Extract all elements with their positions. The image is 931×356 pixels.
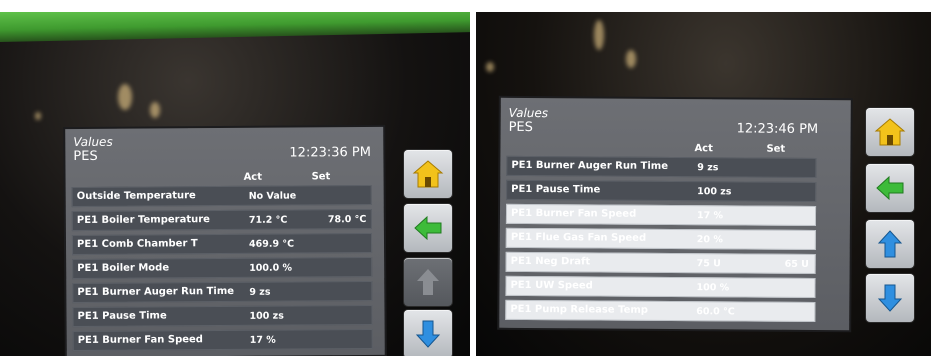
right-photo: Values PES 12:23:46 PM Act Set PE1 Burne… <box>476 12 931 356</box>
value-row[interactable]: Outside Temperature No Value <box>71 184 372 208</box>
value-row-setpoint: 78.0 °C <box>327 213 367 225</box>
value-row[interactable]: PE1 Pause Time 100 zs <box>72 304 373 328</box>
screen-title: Values <box>508 105 549 121</box>
value-row-actual: 60.0 °C <box>696 305 735 317</box>
value-row[interactable]: PE1 Comb Chamber T 469.9 °C <box>71 232 373 256</box>
value-row[interactable]: PE1 Burner Auger Run Time 9 zs <box>506 155 817 178</box>
screen-subtitle: PES <box>508 119 533 136</box>
value-row-label: PE1 UW Speed <box>510 279 593 292</box>
scroll-down-button[interactable] <box>404 310 452 356</box>
value-row-label: PE1 Burner Auger Run Time <box>77 285 235 299</box>
column-header-act: Act <box>243 171 263 183</box>
value-row[interactable]: PE1 Pump Release Temp 60.0 °C <box>505 299 816 322</box>
light-glare <box>626 50 636 68</box>
left-photo: Values PES 12:23:36 PM Act Set Outside T… <box>0 12 470 356</box>
values-screen: Values PES 12:23:46 PM Act Set PE1 Burne… <box>499 97 851 331</box>
value-row[interactable]: PE1 Neg Draft 75 U 65 U <box>505 251 816 274</box>
scroll-up-button[interactable] <box>866 220 914 268</box>
value-row[interactable]: PE1 Burner Auger Run Time 9 zs <box>72 280 373 304</box>
screen-subtitle: PES <box>73 148 98 165</box>
column-header-act: Act <box>694 143 713 155</box>
value-row-actual: 100 zs <box>249 310 284 322</box>
value-row-actual: 17 % <box>696 209 724 221</box>
value-row-label: PE1 Pause Time <box>511 183 601 196</box>
value-row-actual: No Value <box>248 190 297 202</box>
back-arrow-icon <box>414 215 442 241</box>
value-row-actual: 100 % <box>696 281 730 293</box>
value-row-label: Outside Temperature <box>76 190 196 203</box>
value-row[interactable]: PE1 UW Speed 100 % <box>505 275 816 298</box>
value-row-actual: 100.0 % <box>249 262 293 274</box>
back-button[interactable] <box>866 164 914 212</box>
top-caption-strip <box>0 0 931 12</box>
home-button[interactable] <box>404 150 452 198</box>
value-row[interactable]: PE1 Pause Time 100 zs <box>506 179 817 202</box>
value-row-label: PE1 Burner Fan Speed <box>77 334 203 347</box>
back-arrow-icon <box>876 175 904 201</box>
value-row-actual: 9 zs <box>249 286 271 298</box>
values-list: PE1 Burner Auger Run Time 9 zs PE1 Pause T… <box>505 155 817 326</box>
column-header-set: Set <box>766 143 786 155</box>
up-arrow-icon <box>877 230 903 258</box>
value-row-actual: 71.2 °C <box>248 214 288 226</box>
green-bezel <box>0 12 470 42</box>
value-row[interactable]: PE1 Burner Fan Speed 17 % <box>505 203 817 226</box>
down-arrow-icon <box>415 320 441 348</box>
scroll-up-button[interactable] <box>404 258 452 306</box>
down-arrow-icon <box>877 284 903 312</box>
light-glare <box>35 112 41 120</box>
value-row-label: PE1 Flue Gas Fan Speed <box>510 231 647 244</box>
value-row-actual: 17 % <box>249 334 276 346</box>
values-screen: Values PES 12:23:36 PM Act Set Outside T… <box>65 126 385 356</box>
up-arrow-icon <box>417 269 439 295</box>
value-row-label: PE1 Neg Draft <box>510 255 591 268</box>
screen-title: Values <box>73 134 113 150</box>
value-row-setpoint: 65 U <box>784 258 809 270</box>
light-glare <box>486 62 494 72</box>
values-list: Outside Temperature No Value PE1 Boiler Te… <box>71 184 373 355</box>
value-row[interactable]: PE1 Flue Gas Fan Speed 20 % <box>505 227 816 250</box>
value-row-actual: 9 zs <box>697 161 719 173</box>
scroll-down-button[interactable] <box>866 274 914 322</box>
column-header-set: Set <box>311 171 331 183</box>
value-row-label: PE1 Pump Release Temp <box>510 303 648 316</box>
value-row-label: PE1 Burner Auger Run Time <box>511 159 669 172</box>
clock-time: 12:23:36 PM <box>289 144 372 161</box>
light-glare <box>118 84 132 110</box>
value-row-actual: 20 % <box>696 233 723 245</box>
value-row-label: PE1 Boiler Temperature <box>76 214 210 227</box>
light-glare <box>150 102 160 118</box>
back-button[interactable] <box>404 204 452 252</box>
value-row-actual: 469.9 °C <box>248 238 295 250</box>
light-glare <box>594 20 604 50</box>
value-row-actual: 75 U <box>696 257 721 269</box>
value-row[interactable]: PE1 Burner Fan Speed 17 % <box>72 328 373 352</box>
value-row[interactable]: PE1 Boiler Mode 100.0 % <box>72 256 373 280</box>
value-row-label: PE1 Comb Chamber T <box>76 238 198 251</box>
value-row-label: PE1 Boiler Mode <box>77 262 170 275</box>
value-row-actual: 100 zs <box>697 185 732 197</box>
home-icon <box>412 160 444 188</box>
clock-time: 12:23:46 PM <box>736 121 819 137</box>
value-row-label: PE1 Burner Fan Speed <box>510 207 637 220</box>
home-button[interactable] <box>866 108 914 156</box>
home-icon <box>874 118 906 146</box>
value-row[interactable]: PE1 Boiler Temperature 71.2 °C 78.0 °C <box>71 208 372 232</box>
value-row-label: PE1 Pause Time <box>77 310 167 323</box>
